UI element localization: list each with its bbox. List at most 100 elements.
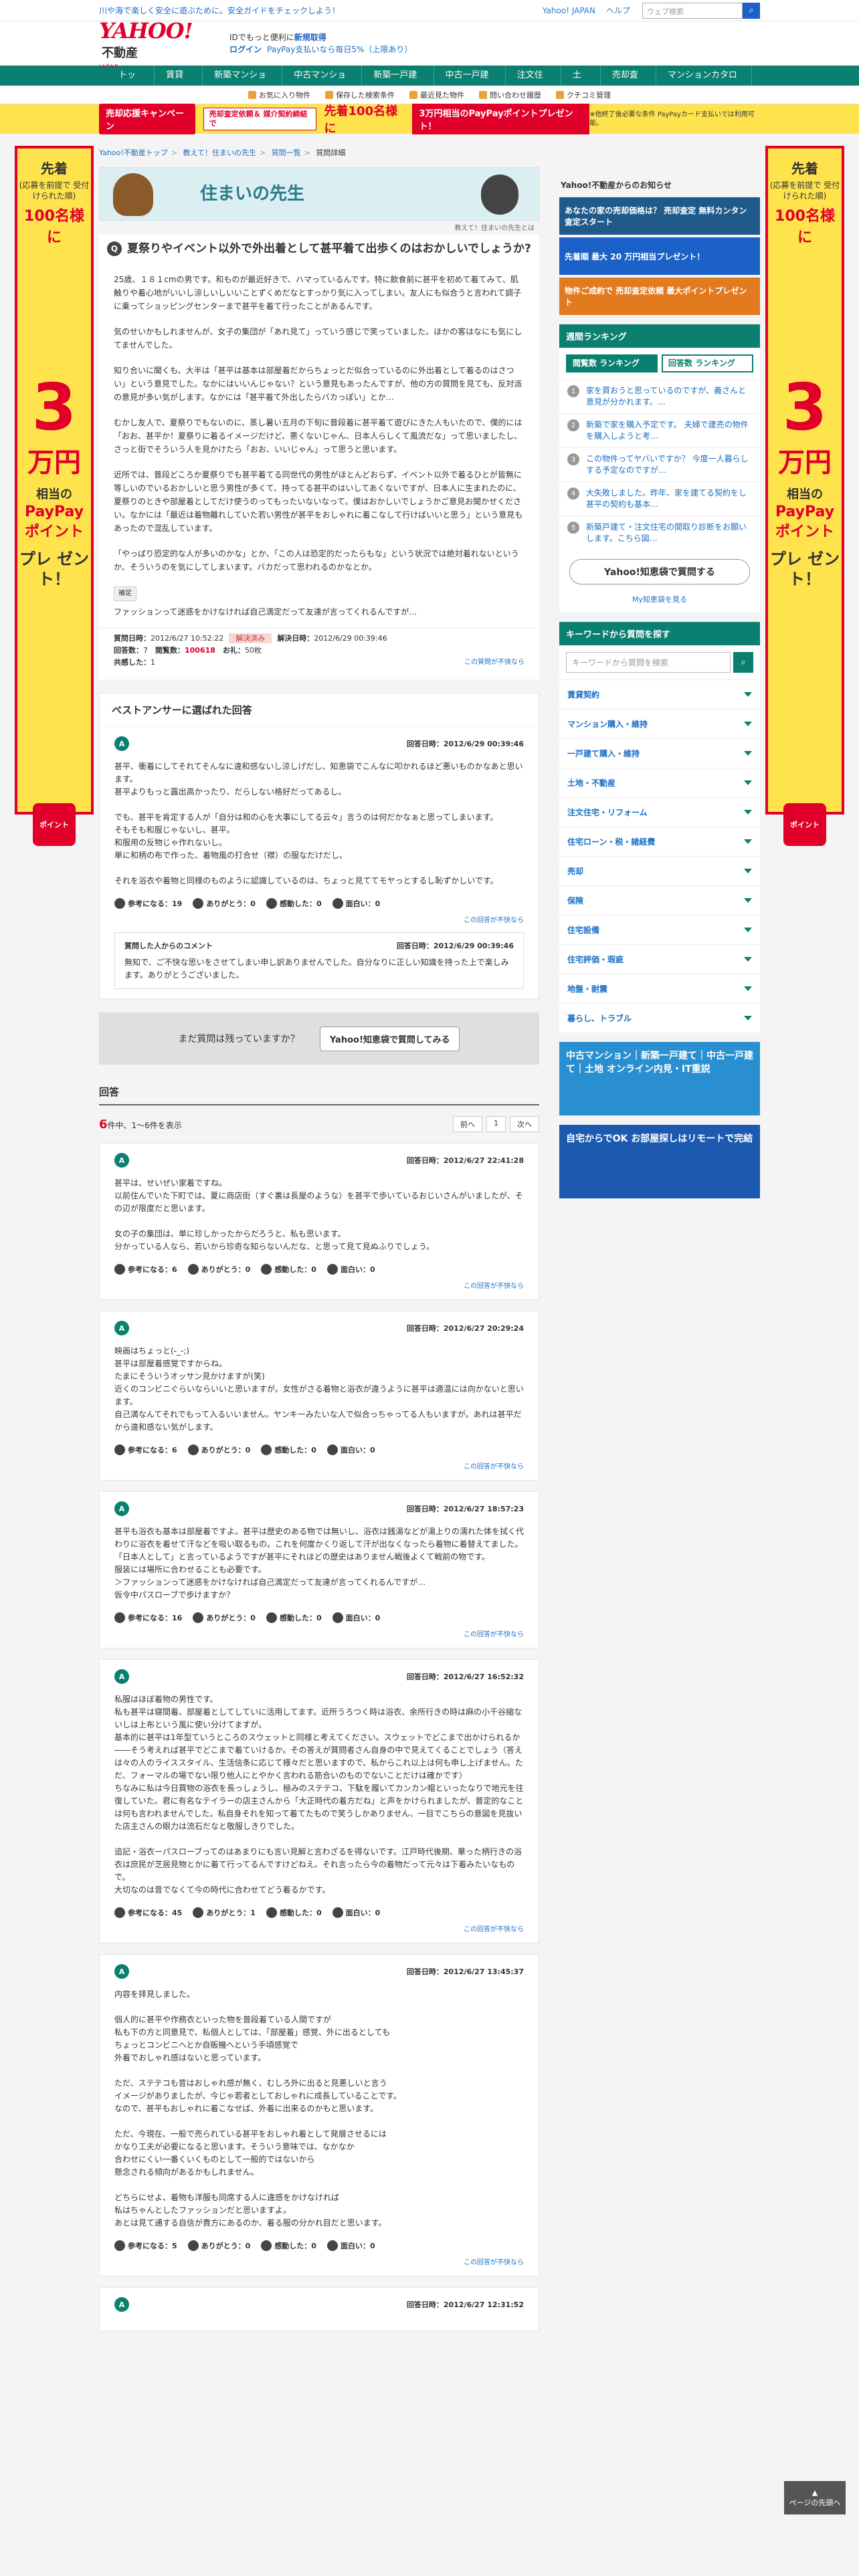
crumb-list[interactable]: 質問一覧 <box>272 148 301 157</box>
nav-custom-house[interactable]: 注文住宅 <box>506 66 561 100</box>
funny-button[interactable]: 面白い：0 <box>332 1612 380 1623</box>
review-manage-link[interactable]: クチコミ管理 <box>556 90 611 100</box>
page-top-button[interactable]: ▲ ページの先頭へ <box>784 2481 846 2514</box>
category-item[interactable]: 住宅設備 <box>559 915 760 944</box>
moved-button[interactable]: 感動した：0 <box>266 1612 322 1623</box>
web-search-input[interactable]: ウェブ検索 <box>642 2 743 19</box>
category-item[interactable]: 売却 <box>559 856 760 885</box>
search-icon[interactable]: ⌕ <box>743 2 760 19</box>
register-link[interactable]: 新規取得 <box>294 33 326 42</box>
paypay-promo-link[interactable]: PayPay支払いなら毎日5%（上限あり） <box>267 45 412 54</box>
nav-top[interactable]: トップ <box>107 66 155 100</box>
helpful-button[interactable]: 参考になる：6 <box>114 1264 177 1275</box>
recent-link[interactable]: 最近見た物件 <box>409 90 464 100</box>
star-icon <box>266 1907 277 1918</box>
helpful-button[interactable]: 参考になる：6 <box>114 1444 177 1455</box>
helpful-button[interactable]: 参考になる：16 <box>114 1612 182 1623</box>
moved-button[interactable]: 感動した：0 <box>266 898 322 909</box>
category-item[interactable]: 注文住宅・リフォーム <box>559 797 760 827</box>
online-viewing-ad[interactable]: 中古マンション｜新築一戸建て｜中古一戸建て｜土地 オンライン内見・IT重説 <box>559 1042 760 1115</box>
helpful-button[interactable]: 参考になる：5 <box>114 2240 177 2251</box>
ranking-item[interactable]: 3 この物件ってヤバいですか？ 今度一人暮らしする予定なのですが… <box>559 447 760 481</box>
nav-used-house[interactable]: 中古一戸建て <box>434 66 506 100</box>
category-item[interactable]: 住宅評価・瑕疵 <box>559 944 760 974</box>
thanks-button[interactable]: ありがとう：0 <box>193 898 256 909</box>
help-link[interactable]: ヘルプ <box>606 5 630 16</box>
helpful-button[interactable]: 参考になる：45 <box>114 1907 182 1918</box>
thanks-button[interactable]: ありがとう：0 <box>187 1264 250 1275</box>
login-link[interactable]: ログイン <box>229 45 262 54</box>
answer-body: 内容を拝見しました。 個人的に甚平や作務衣といった物を普段着ている人間ですが 私… <box>114 1990 401 2228</box>
category-item[interactable]: 土地・不動産 <box>559 768 760 797</box>
ranking-item[interactable]: 5 新築戸建て・注文住宅の間取り診断をお願いします。こちら図… <box>559 516 760 550</box>
report-answer-link[interactable]: この回答が不快なら <box>464 1463 524 1471</box>
nav-new-mansion[interactable]: 新築マンション <box>203 66 283 100</box>
report-answer-link[interactable]: この回答が不快なら <box>464 917 524 924</box>
moved-button[interactable]: 感動した：0 <box>261 1444 316 1455</box>
inquiry-history-link[interactable]: 問い合わせ履歴 <box>479 90 541 100</box>
moved-button[interactable]: 感動した：0 <box>261 2240 316 2251</box>
keyword-search-input[interactable]: キーワードから質問を検索 <box>566 652 731 673</box>
category-item[interactable]: 一戸建て購入・維持 <box>559 738 760 768</box>
funny-button[interactable]: 面白い：0 <box>332 1907 380 1918</box>
search-icon[interactable]: ⌕ <box>733 652 753 673</box>
favorites-link[interactable]: お気に入り物件 <box>248 90 310 100</box>
ranking-item[interactable]: 4 大失敗しました。昨年、家を建てる契約をし甚平の契約も基本… <box>559 481 760 516</box>
point-present-ad[interactable]: 先着順 最大 20 万円相当プレゼント！ <box>559 237 760 275</box>
report-answer-link[interactable]: この回答が不快なら <box>464 1926 524 1933</box>
teacher-banner[interactable]: 住まいの先生 教えて！住まいの先生とは <box>99 167 539 232</box>
remote-search-ad[interactable]: 自宅からでOK お部屋探しはリモートで完結 <box>559 1125 760 1198</box>
thanks-button[interactable]: ありがとう：1 <box>193 1907 256 1918</box>
nav-new-house[interactable]: 新築一戸建て <box>362 66 434 100</box>
ask-question-button[interactable]: Yahoo!知恵袋で質問する <box>569 559 750 584</box>
left-side-ad[interactable]: 先着 (応募を前提で 受付けられた順) 100名様に 3 万円 相当の PayP… <box>15 146 94 846</box>
next-button[interactable]: 次へ <box>510 1116 539 1132</box>
prev-button[interactable]: 前へ <box>453 1116 482 1132</box>
nav-land[interactable]: 土地 <box>561 66 601 100</box>
moved-button[interactable]: 感動した：0 <box>261 1264 316 1275</box>
campaign-banner[interactable]: 売却応援キャンペーン 売却査定依頼＆ 媒介契約締結で 先着100名様に 3万円相… <box>0 104 859 136</box>
report-answer-link[interactable]: この回答が不快なら <box>464 2259 524 2266</box>
crumb-teacher[interactable]: 教えて！住まいの先生 <box>183 148 256 157</box>
funny-button[interactable]: 面白い：0 <box>326 1264 375 1275</box>
category-item[interactable]: 暮らし、トラブル <box>559 1003 760 1033</box>
category-item[interactable]: 住宅ローン・税・諸経費 <box>559 827 760 856</box>
category-item[interactable]: 賃貸契約 <box>559 679 760 709</box>
chevron-down-icon <box>744 722 752 726</box>
thanks-button[interactable]: ありがとう：0 <box>193 1612 256 1623</box>
ask-chiebukuro-button[interactable]: Yahoo!知恵袋で質問してみる <box>319 1026 460 1051</box>
sale-assess-ad[interactable]: あなたの家の売却価格は？ 売却査定 無料カンタン 査定スタート <box>559 197 760 235</box>
nav-sale-assess[interactable]: 売却査定 <box>601 66 656 100</box>
tab-answers-ranking[interactable]: 回答数 ランキング <box>662 354 753 372</box>
nav-rent[interactable]: 賃貸 ▼ <box>155 66 203 100</box>
saved-search-link[interactable]: 保存した検索条件 <box>325 90 395 100</box>
crumb-top[interactable]: Yahoo!不動産トップ <box>99 148 168 157</box>
assess-point-ad[interactable]: 物件ご成約で 売却査定依頼 最大ポイントプレゼント <box>559 278 760 315</box>
moved-button[interactable]: 感動した：0 <box>266 1907 322 1918</box>
yahoo-japan-link[interactable]: Yahoo! JAPAN <box>543 6 595 15</box>
report-answer-link[interactable]: この回答が不快なら <box>464 1631 524 1638</box>
nav-mansion-catalog[interactable]: マンションカタログ <box>656 66 752 100</box>
thanks-button[interactable]: ありがとう：0 <box>187 1444 250 1455</box>
right-side-ad[interactable]: 先着 (応募を前提で 受付けられた順) 100名様に 3 万円 相当の PayP… <box>765 146 844 846</box>
nav-used-mansion[interactable]: 中古マンション <box>282 66 363 100</box>
report-question-link[interactable]: この質問が不快なら <box>464 657 524 669</box>
funny-button[interactable]: 面白い：0 <box>326 2240 375 2251</box>
funny-button[interactable]: 面白い：0 <box>332 898 380 909</box>
question-meta: 質問日時：2012/6/27 10:52:22 解決済み 解決日時：2012/6/2… <box>99 628 539 673</box>
report-answer-link[interactable]: この回答が不快なら <box>464 1283 524 1290</box>
ranking-item[interactable]: 1 家を買おうと思っているのですが、義さんと意見が分かれます。… <box>559 379 760 413</box>
page-1-button[interactable]: 1 <box>486 1116 506 1132</box>
tab-views-ranking[interactable]: 閲覧数 ランキング <box>566 354 658 372</box>
ranking-item[interactable]: 2 新築で家を購入予定です。 夫婦で建売の物件を購入しようと考… <box>559 413 760 447</box>
thanks-button[interactable]: ありがとう：0 <box>187 2240 250 2251</box>
funny-button[interactable]: 面白い：0 <box>326 1444 375 1455</box>
my-chiebukuro-link[interactable]: My知恵袋を見る <box>632 595 687 604</box>
yahoo-realestate-logo[interactable]: YAHOO! 不動産 JAPAN <box>99 18 229 69</box>
helpful-button[interactable]: 参考になる：19 <box>114 898 182 909</box>
safety-guide-link[interactable]: 川や海で楽しく安全に遊ぶために。安全ガイドをチェックしよう！ <box>99 5 532 16</box>
about-teacher-link[interactable]: 教えて！住まいの先生とは <box>455 222 535 232</box>
category-item[interactable]: マンション購入・維持 <box>559 709 760 738</box>
category-item[interactable]: 保険 <box>559 885 760 915</box>
category-item[interactable]: 地盤・耐震 <box>559 974 760 1003</box>
